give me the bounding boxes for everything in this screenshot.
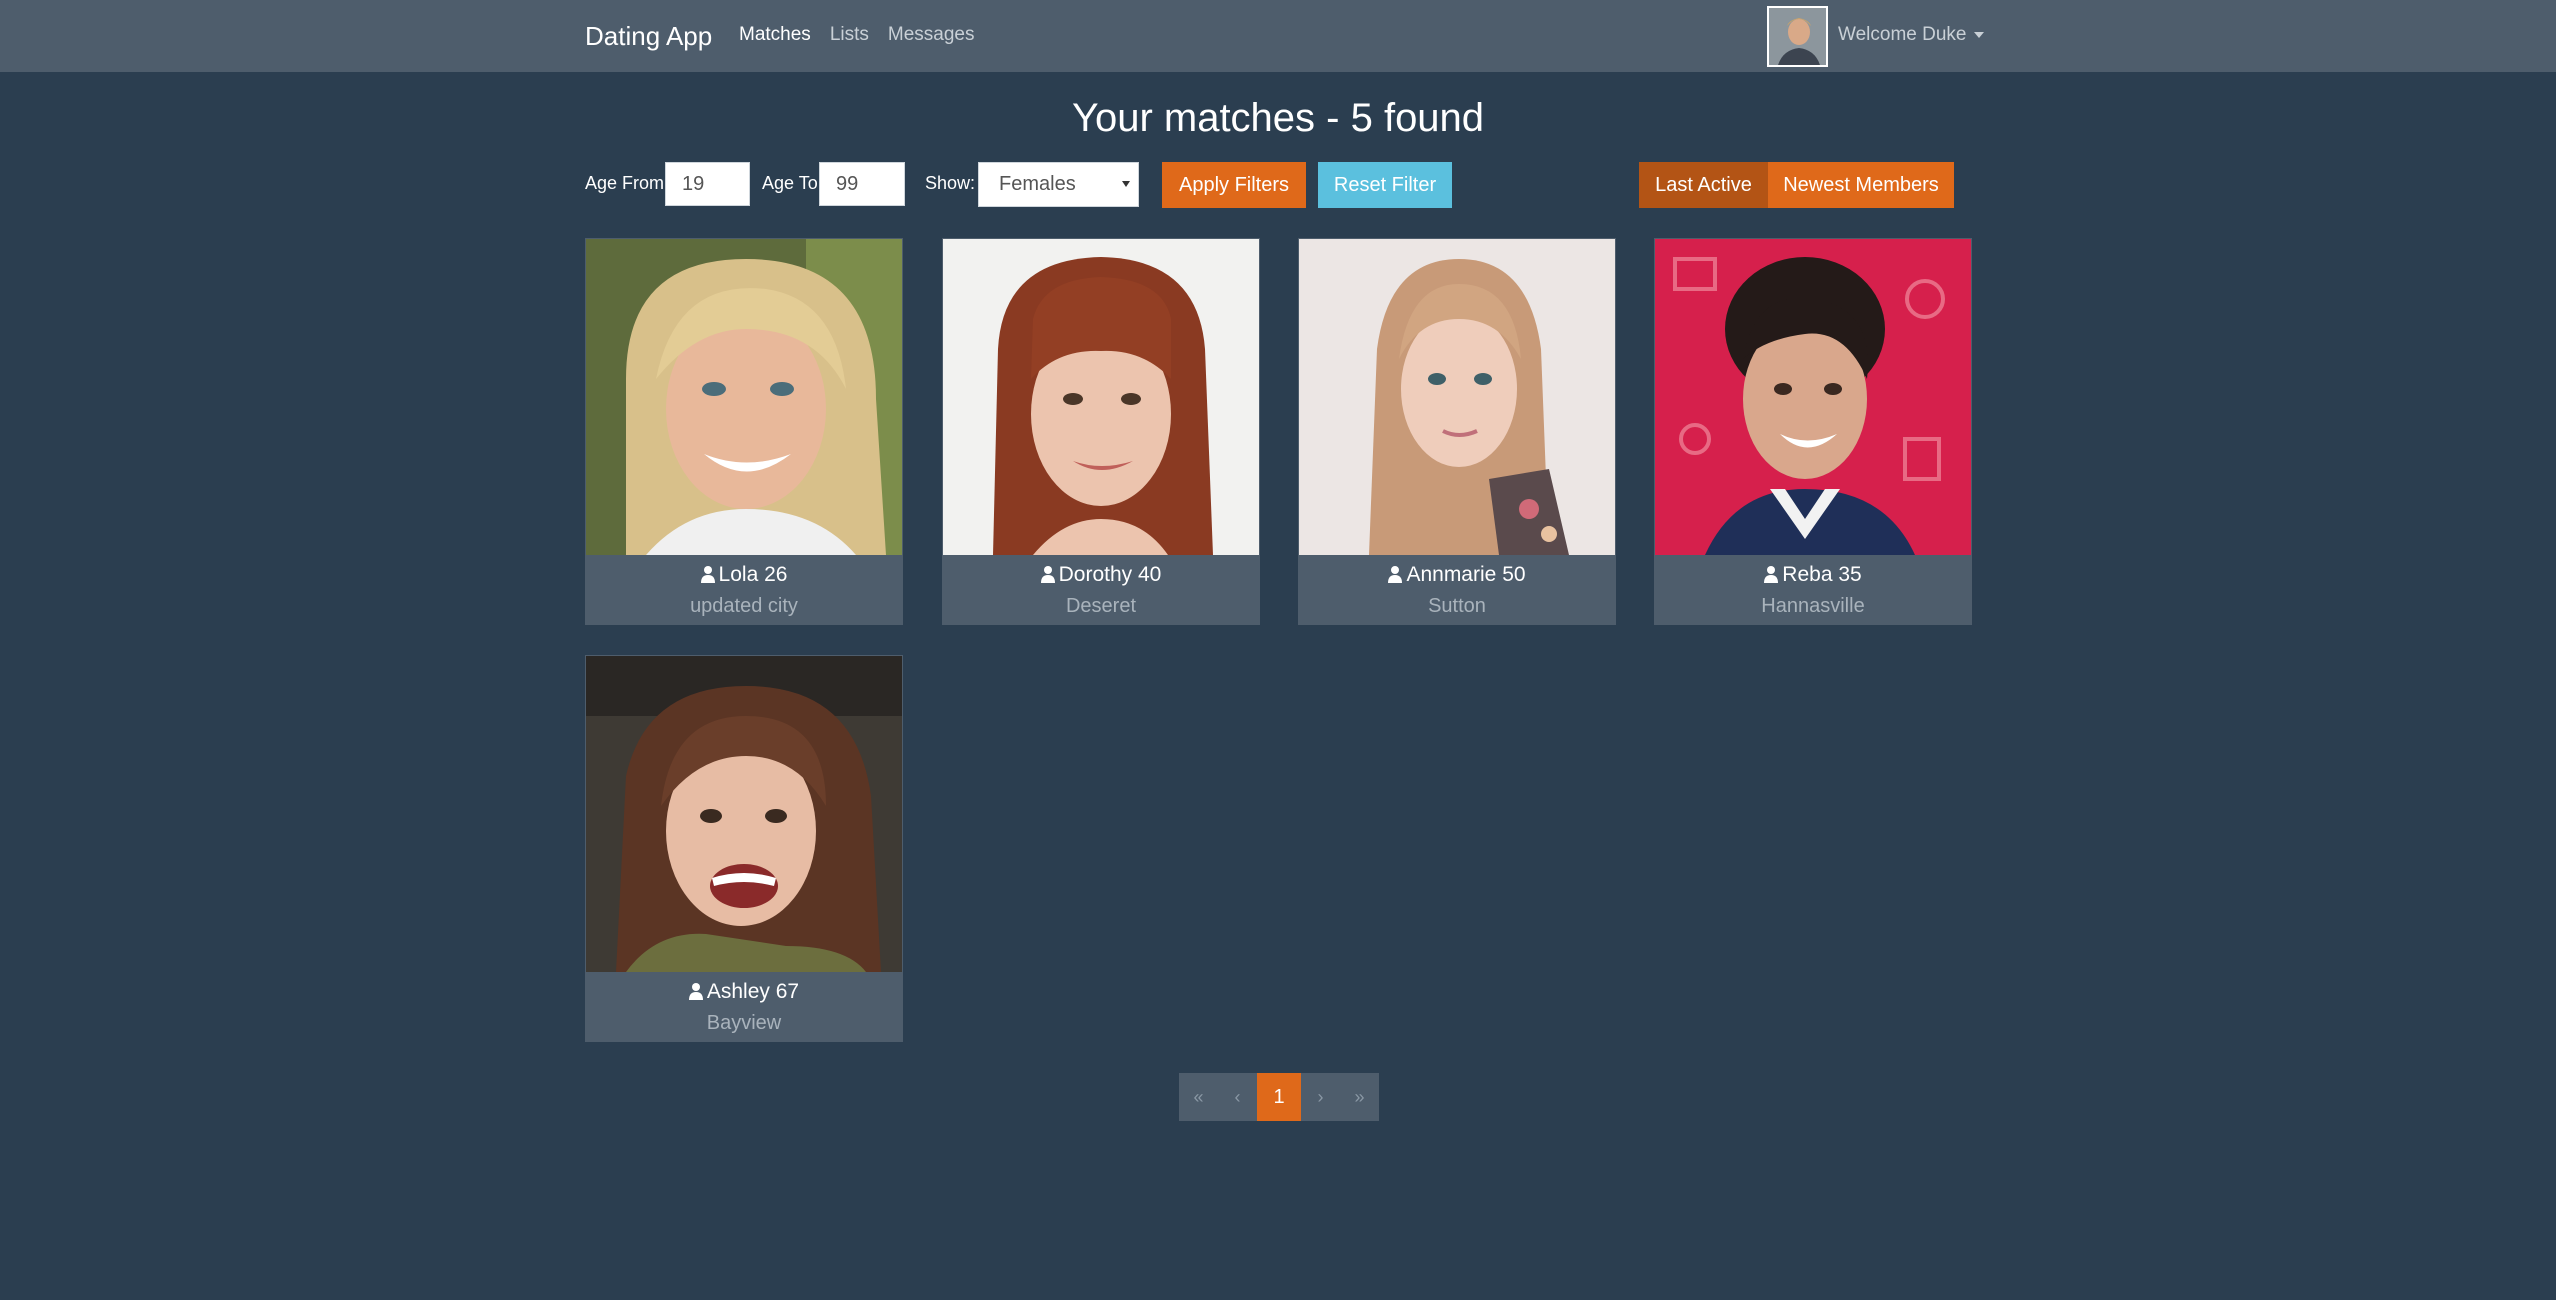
newest-members-button[interactable]: Newest Members: [1768, 162, 1954, 208]
member-city: Sutton: [1428, 595, 1486, 617]
member-name: Ashley 67: [585, 978, 903, 1006]
apply-filters-button[interactable]: Apply Filters: [1162, 162, 1306, 208]
age-to-input[interactable]: 99: [819, 162, 905, 206]
member-name: Annmarie 50: [1298, 561, 1616, 589]
pagination-next[interactable]: ›: [1301, 1073, 1340, 1121]
member-city: Deseret: [1065, 595, 1137, 617]
welcome-text: Welcome Duke: [1838, 24, 1967, 45]
member-photo[interactable]: [1655, 239, 1971, 555]
user-icon: [1764, 566, 1779, 583]
navbar: Dating App Matches Lists Messages Welcom…: [0, 0, 2556, 72]
member-name: Lola 26: [585, 561, 903, 589]
nav-link-messages[interactable]: Messages: [888, 23, 975, 47]
gender-select-value: Females: [999, 173, 1076, 195]
show-label: Show:: [925, 173, 976, 193]
gender-select[interactable]: Females: [978, 162, 1139, 207]
member-card[interactable]: Annmarie 50 Sutton: [1298, 238, 1616, 625]
page-title: Your matches - 5 found: [1071, 96, 1485, 140]
member-card[interactable]: Dorothy 40 Deseret: [942, 238, 1260, 625]
user-icon: [700, 566, 715, 583]
member-card[interactable]: Ashley 67 Bayview: [585, 655, 903, 1042]
user-avatar[interactable]: [1767, 6, 1828, 67]
user-icon: [1040, 566, 1055, 583]
member-city: Bayview: [706, 1012, 782, 1034]
age-from-input[interactable]: 19: [665, 162, 750, 206]
age-to-label: Age To: [762, 173, 818, 193]
welcome-dropdown[interactable]: Welcome Duke: [1838, 23, 1985, 47]
last-active-button[interactable]: Last Active: [1639, 162, 1768, 208]
member-photo[interactable]: [586, 239, 902, 555]
member-city: updated city: [690, 595, 798, 617]
caret-down-icon: [1974, 31, 1985, 38]
select-arrow-icon: [1122, 181, 1130, 187]
pagination-prev[interactable]: ‹: [1218, 1073, 1257, 1121]
member-city: Hannasville: [1761, 595, 1865, 617]
member-card[interactable]: Lola 26 updated city: [585, 238, 903, 625]
nav-link-matches[interactable]: Matches: [739, 23, 811, 47]
pagination-first[interactable]: «: [1179, 1073, 1218, 1121]
user-icon: [688, 983, 703, 1000]
reset-filter-button[interactable]: Reset Filter: [1318, 162, 1452, 208]
pagination: « ‹ 1 › »: [1179, 1073, 1379, 1121]
age-from-label: Age From: [585, 173, 665, 193]
pagination-last[interactable]: »: [1340, 1073, 1379, 1121]
member-photo[interactable]: [943, 239, 1259, 555]
member-photo[interactable]: [1299, 239, 1615, 555]
member-photo[interactable]: [586, 656, 902, 972]
nav-links: Matches Lists Messages: [739, 23, 994, 47]
member-card[interactable]: Reba 35 Hannasville: [1654, 238, 1972, 625]
member-name: Reba 35: [1654, 561, 1972, 589]
nav-link-lists[interactable]: Lists: [830, 23, 869, 47]
brand-link[interactable]: Dating App: [585, 18, 712, 54]
member-name: Dorothy 40: [942, 561, 1260, 589]
user-icon: [1388, 566, 1403, 583]
pagination-page-1[interactable]: 1: [1257, 1073, 1301, 1121]
